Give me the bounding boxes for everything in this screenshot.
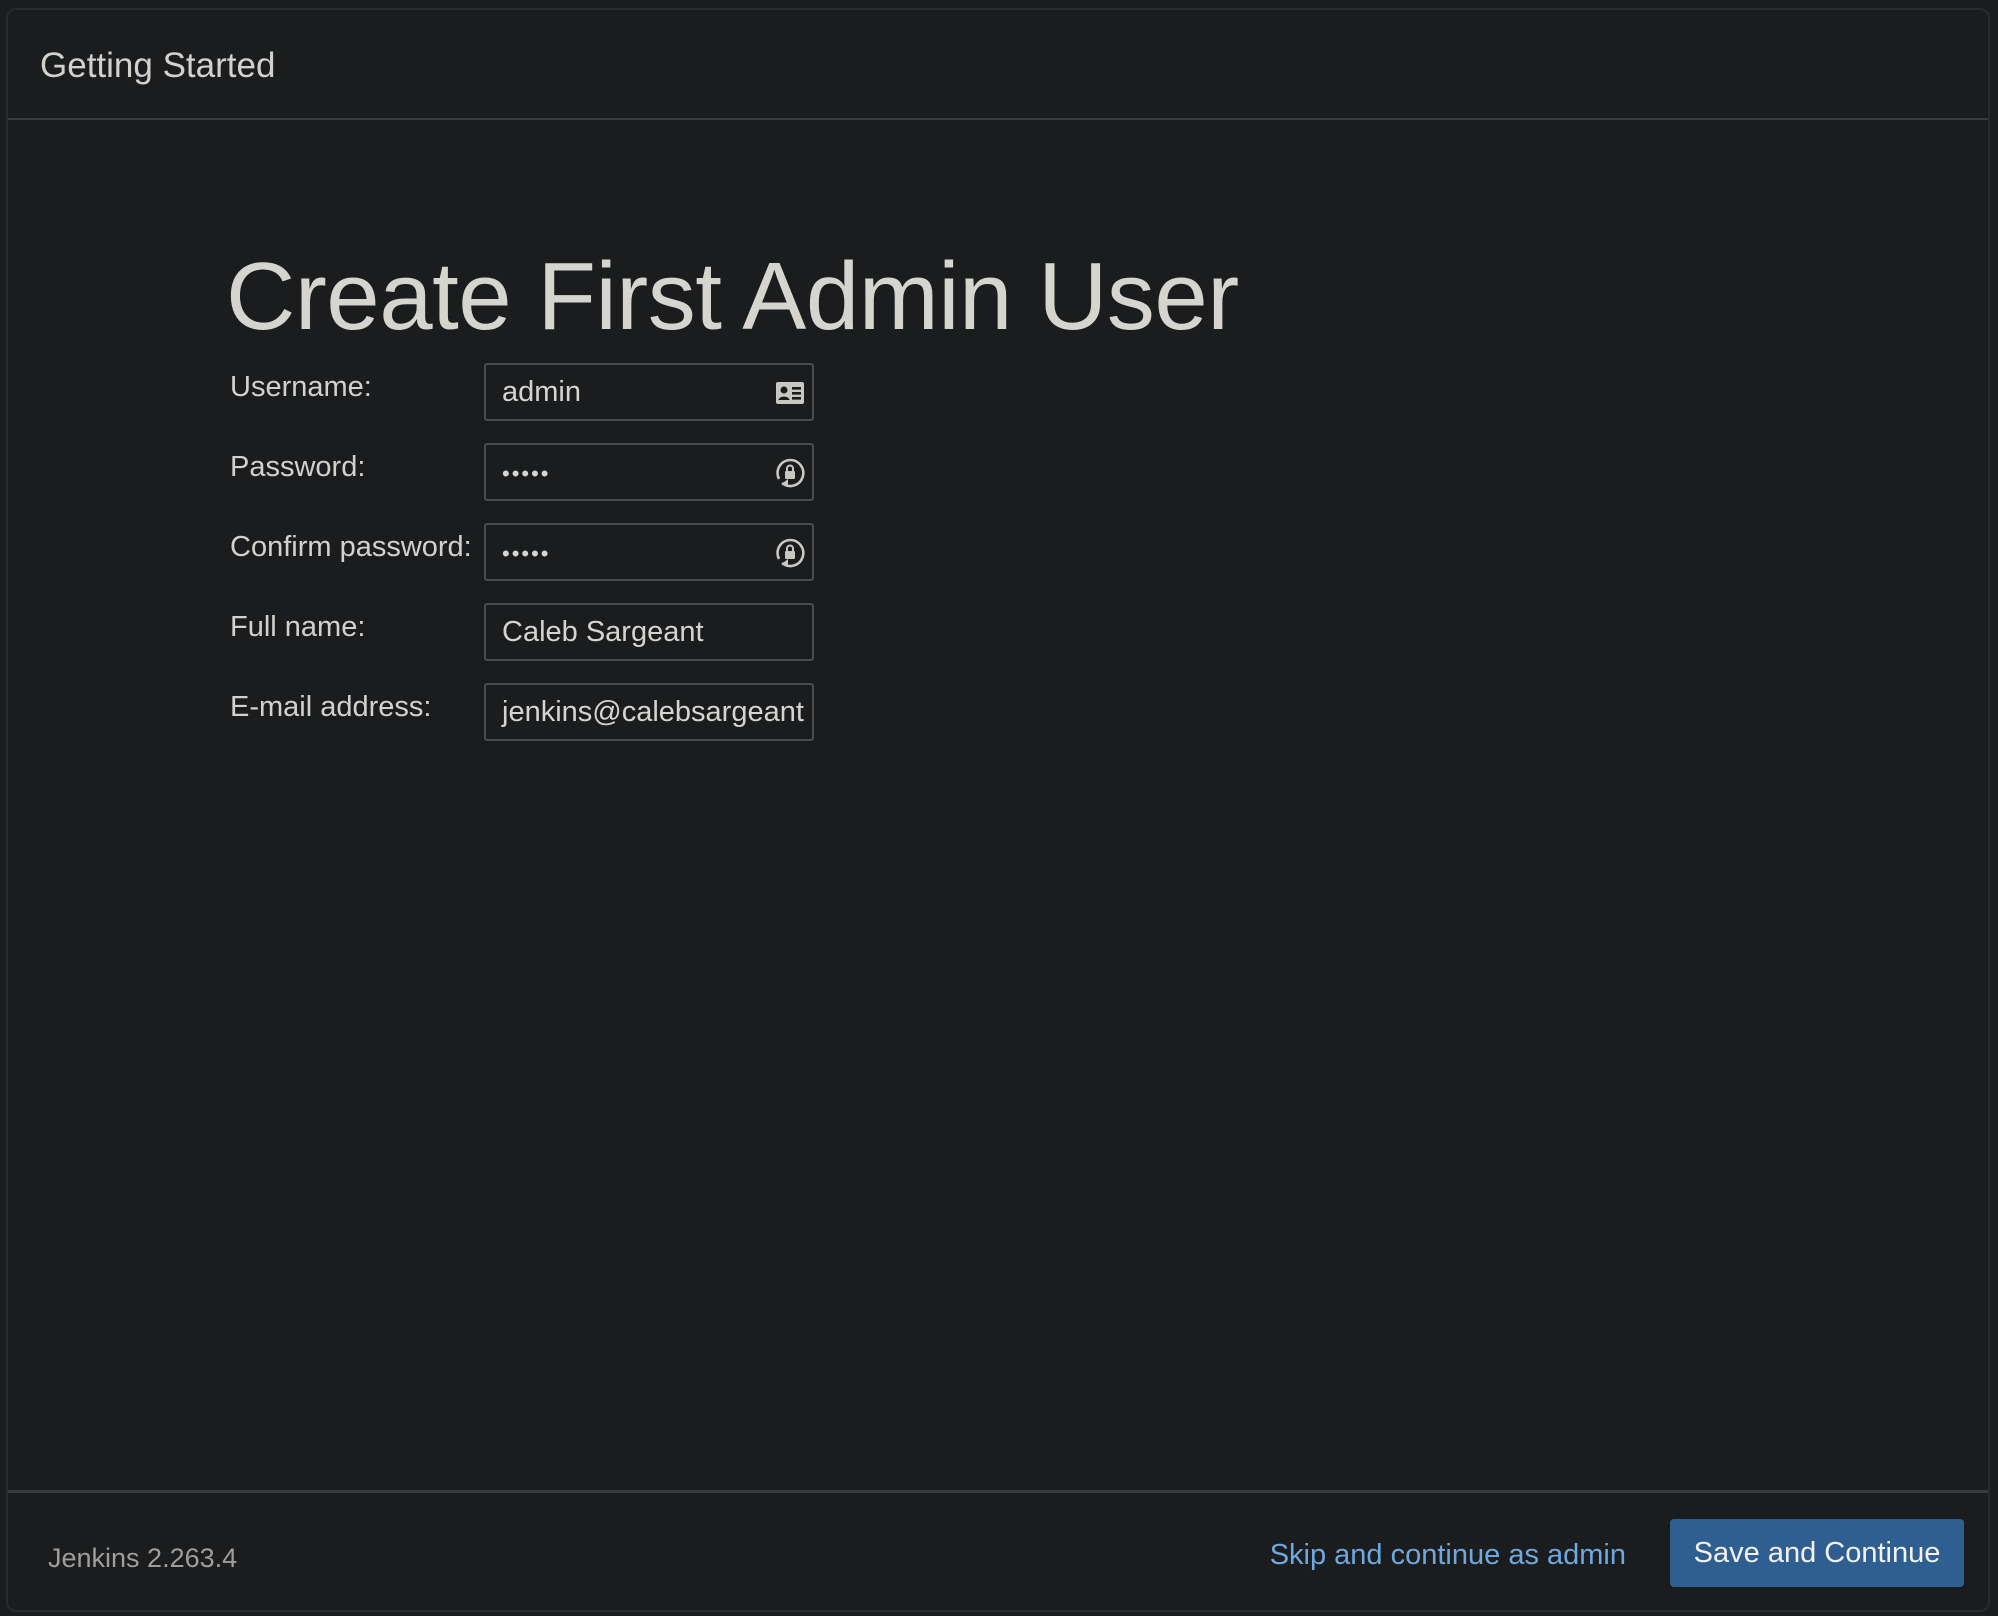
email-row: E-mail address: jenkins@calebsargeant	[230, 683, 830, 741]
contact-card-icon[interactable]	[774, 377, 806, 409]
password-field[interactable]: •••••	[484, 443, 814, 501]
page-title: Create First Admin User	[226, 243, 1239, 350]
skip-continue-link[interactable]: Skip and continue as admin	[1270, 1539, 1626, 1572]
confirm-password-field[interactable]: •••••	[484, 523, 814, 581]
full-name-field[interactable]: Caleb Sargeant	[484, 603, 814, 661]
dialog-footer: Jenkins 2.263.4 Skip and continue as adm…	[8, 1490, 1988, 1610]
email-label: E-mail address:	[230, 691, 432, 723]
header-title: Getting Started	[40, 46, 276, 85]
setup-wizard-dialog: Getting Started Create First Admin User …	[6, 8, 1990, 1612]
full-name-label: Full name:	[230, 611, 366, 643]
confirm-password-row: Confirm password: •••••	[230, 523, 830, 581]
email-value: jenkins@calebsargeant	[502, 696, 804, 728]
password-manager-icon[interactable]	[774, 537, 806, 569]
password-row: Password: •••••	[230, 443, 830, 501]
password-manager-icon[interactable]	[774, 457, 806, 489]
username-value: admin	[502, 376, 581, 408]
confirm-password-label: Confirm password:	[230, 531, 472, 563]
dialog-header: Getting Started	[8, 10, 1988, 120]
version-label: Jenkins 2.263.4	[48, 1543, 238, 1573]
email-field[interactable]: jenkins@calebsargeant	[484, 683, 814, 741]
full-name-value: Caleb Sargeant	[502, 616, 704, 648]
full-name-row: Full name: Caleb Sargeant	[230, 603, 830, 661]
confirm-password-value: •••••	[502, 541, 551, 566]
username-row: Username: admin	[230, 363, 830, 421]
save-and-continue-button[interactable]: Save and Continue	[1670, 1519, 1964, 1587]
password-value: •••••	[502, 461, 551, 486]
password-label: Password:	[230, 451, 366, 483]
username-label: Username:	[230, 371, 372, 403]
username-field[interactable]: admin	[484, 363, 814, 421]
dialog-body: Create First Admin User Username: admin …	[8, 120, 1988, 1496]
